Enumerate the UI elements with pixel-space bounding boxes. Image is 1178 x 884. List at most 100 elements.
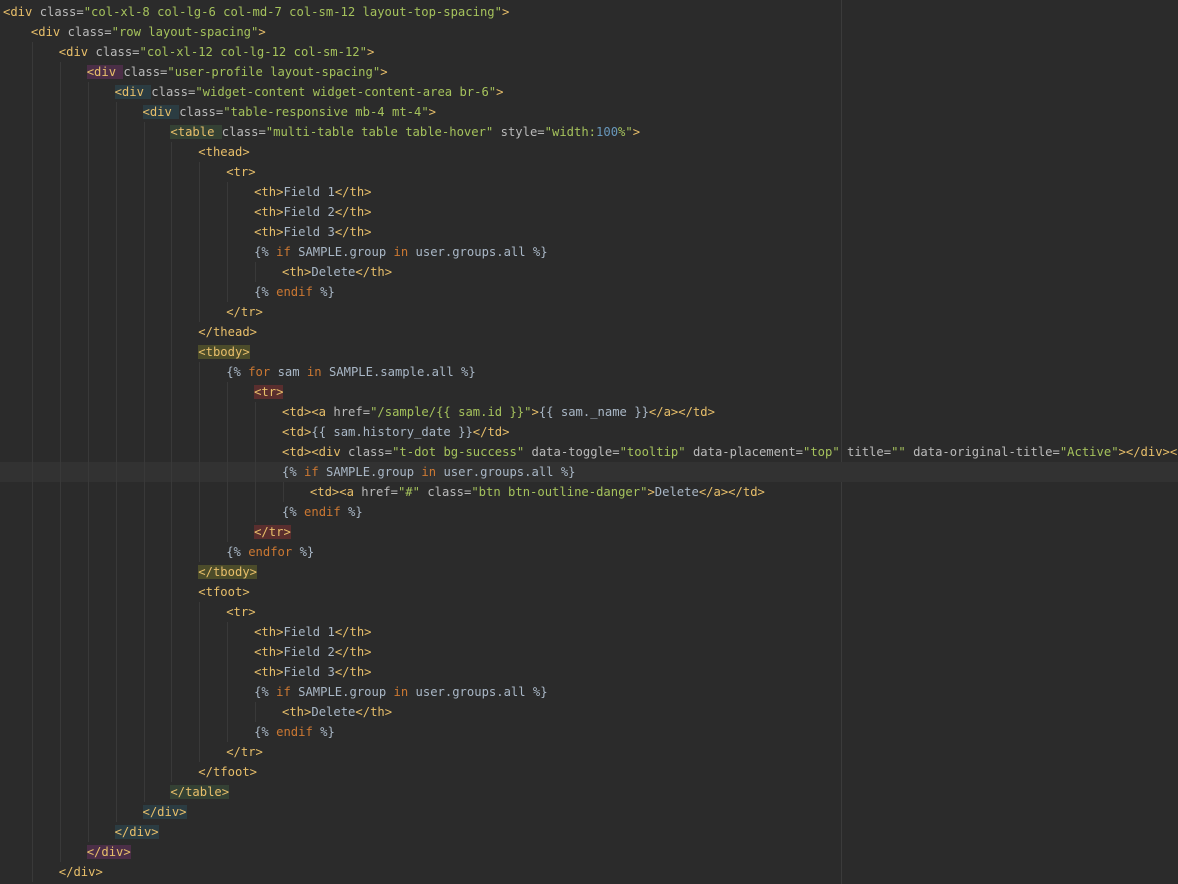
indent-guide (115, 482, 117, 502)
code-token: "row layout-spacing" (111, 25, 259, 39)
code-token: user.groups.all %} (415, 245, 548, 259)
code-token: "" (891, 445, 914, 459)
code-token: class= (221, 125, 266, 139)
indent-guide (87, 382, 89, 402)
code-token: endif (276, 725, 321, 739)
indent-guide (59, 582, 61, 602)
code-text: <div class="user-profile layout-spacing"… (86, 62, 388, 82)
code-token: "t-dot bg-success" (392, 445, 532, 459)
code-token: "tooltip" (619, 445, 693, 459)
indent-guide (143, 562, 145, 582)
code-token: class= (123, 65, 168, 79)
code-text: <td><a href="#" class="btn btn-outline-d… (310, 482, 765, 502)
indent-guide (31, 782, 33, 802)
code-text: <tr> (226, 602, 255, 622)
code-token: > (501, 5, 510, 19)
code-line[interactable]: {% if SAMPLE.group in user.groups.all %} (0, 462, 1178, 482)
indent-guide (255, 502, 257, 522)
code-text: {% endif %} (282, 502, 363, 522)
code-token: > (632, 125, 641, 139)
code-token: <td><div (282, 445, 349, 459)
indent-guide (59, 562, 61, 582)
indent-guide (115, 502, 117, 522)
indent-guide (227, 422, 229, 442)
indent-guide (255, 402, 257, 422)
indent-guide (143, 122, 145, 142)
indent-guide (59, 602, 61, 622)
indent-guide (59, 442, 61, 462)
indent-guide (59, 522, 61, 542)
indent-guide (227, 522, 229, 542)
code-token: "user-profile layout-spacing" (167, 65, 381, 79)
indent-guide (87, 482, 89, 502)
indent-guide (143, 382, 145, 402)
code-token: </th> (334, 625, 372, 639)
code-text: </tbody> (198, 562, 257, 582)
indent-guide (115, 322, 117, 342)
code-token: Delete (311, 705, 356, 719)
indent-guide (143, 742, 145, 762)
indent-guide (31, 262, 33, 282)
indent-guide (31, 722, 33, 742)
indent-guide (31, 822, 33, 842)
indent-guide (143, 222, 145, 242)
indent-guide (31, 142, 33, 162)
indent-guide (199, 662, 201, 682)
indent-guide (59, 242, 61, 262)
indent-guide (87, 502, 89, 522)
indent-guide (115, 182, 117, 202)
indent-guide (31, 362, 33, 382)
code-token: <th> (254, 645, 284, 659)
indent-guide (171, 562, 173, 582)
indent-guide (115, 382, 117, 402)
code-token: "col-xl-8 col-lg-6 col-md-7 col-sm-12 la… (83, 5, 502, 19)
indent-guide (87, 802, 89, 822)
code-text: </div> (142, 802, 187, 822)
indent-guide (115, 222, 117, 242)
code-token: in (421, 465, 444, 479)
code-text: {% if SAMPLE.group in user.groups.all %} (254, 682, 548, 702)
indent-guide (143, 662, 145, 682)
indent-guide (115, 722, 117, 742)
code-text: <td>{{ sam.history_date }}</td> (282, 422, 509, 442)
indent-guide (31, 182, 33, 202)
indent-guide (31, 302, 33, 322)
code-text: <td><a href="/sample/{{ sam.id }}">{{ sa… (282, 402, 715, 422)
indent-guide (255, 442, 257, 462)
indent-guide (115, 802, 117, 822)
indent-guide (115, 642, 117, 662)
code-token: "widget-content widget-content-area br-6… (195, 85, 497, 99)
code-token: data-placement= (692, 445, 803, 459)
code-text: <div class="col-xl-12 col-lg-12 col-sm-1… (59, 42, 375, 62)
indent-guide (227, 182, 229, 202)
indent-guide (199, 462, 201, 482)
indent-guide (59, 262, 61, 282)
code-token: ></div></td> (1118, 445, 1178, 459)
indent-guide (31, 122, 33, 142)
indent-guide (115, 582, 117, 602)
code-editor[interactable]: <div class="col-xl-8 col-lg-6 col-md-7 c… (0, 0, 1178, 884)
indent-guide (171, 722, 173, 742)
indent-guide (87, 362, 89, 382)
code-token: </div> (86, 845, 131, 859)
code-token: "btn btn-outline-danger" (471, 485, 648, 499)
indent-guide (199, 402, 201, 422)
indent-guide (255, 702, 257, 722)
indent-guide (171, 242, 173, 262)
code-token: <th> (254, 185, 284, 199)
indent-guide (87, 202, 89, 222)
indent-guide (283, 482, 284, 502)
code-text: {% endif %} (254, 282, 335, 302)
code-text: {% if SAMPLE.group in user.groups.all %} (254, 242, 548, 262)
indent-guide (143, 482, 145, 502)
code-text: <thead> (198, 142, 249, 162)
indent-guide (31, 702, 33, 722)
indent-guide (87, 402, 89, 422)
code-token: </div> (114, 825, 159, 839)
code-token: <tbody> (198, 345, 250, 359)
code-token: %} (320, 725, 335, 739)
indent-guide (115, 762, 117, 782)
code-token: <tr> (254, 385, 284, 399)
code-token: %} (348, 505, 363, 519)
indent-guide (171, 682, 173, 702)
